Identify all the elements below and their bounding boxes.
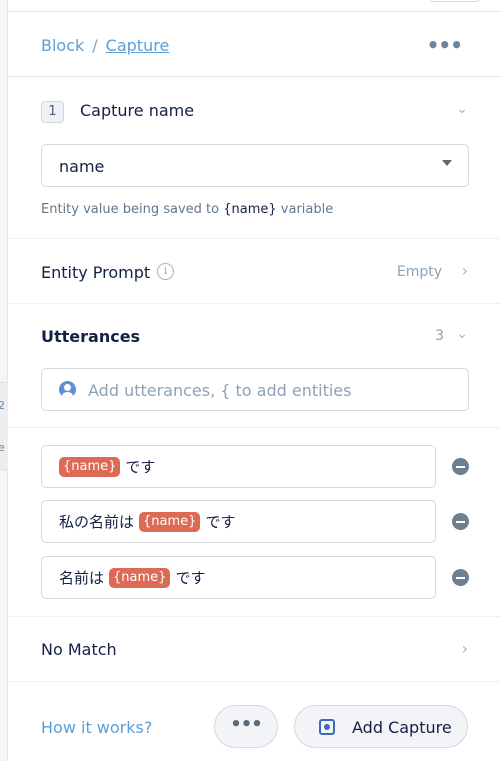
left-tab-text-2: e <box>0 441 5 454</box>
chevron-right-icon: › <box>461 261 468 280</box>
utterance-item[interactable]: 私の名前は {name} です <box>41 500 436 543</box>
breadcrumb-capture-link[interactable]: Capture <box>106 36 170 55</box>
add-capture-label: Add Capture <box>352 718 452 737</box>
utterances-section: Utterances 3 ⌄ Add utterances, { to add … <box>8 304 500 428</box>
left-canvas-block[interactable]: 2 e <box>0 382 8 470</box>
helper-variable: {name} <box>223 202 277 217</box>
utterance-text: です <box>125 458 156 476</box>
remove-utterance-icon[interactable] <box>452 458 469 475</box>
panel-header: Block / Capture ••• <box>8 13 500 77</box>
capture-name-select[interactable]: name <box>41 144 469 187</box>
capture-icon <box>319 719 335 735</box>
entity-prompt-value: Empty <box>396 264 442 280</box>
utterance-list: {name} です 私の名前は {name} です 名前は {name} です <box>8 428 500 617</box>
chevron-down-icon[interactable]: ⌄ <box>456 326 468 342</box>
utterance-text: 名前は <box>59 569 105 587</box>
user-icon <box>59 381 76 398</box>
utterances-count: 3 <box>435 328 444 344</box>
entity-prompt-row[interactable]: Entity Prompt i Empty › <box>8 239 500 304</box>
left-canvas-strip <box>0 0 8 761</box>
left-tab-text-1: 2 <box>0 399 5 412</box>
step-badge: 1 <box>41 101 64 123</box>
breadcrumb-block-link[interactable]: Block <box>41 36 84 55</box>
capture-name-title: Capture name <box>80 101 195 120</box>
capture-name-section: 1 Capture name ⌄ name Entity value being… <box>8 77 500 239</box>
more-options-icon[interactable]: ••• <box>427 35 463 55</box>
capture-helper-text: Entity value being saved to {name} varia… <box>41 202 334 217</box>
top-bar <box>8 0 500 12</box>
entity-prompt-label: Entity Prompt <box>41 263 151 282</box>
utterance-item[interactable]: {name} です <box>41 445 436 488</box>
add-utterance-input[interactable]: Add utterances, { to add entities <box>41 368 469 411</box>
utterance-text: です <box>175 569 206 587</box>
capture-editor-panel: Block / Capture ••• 1 Capture name ⌄ nam… <box>8 13 500 761</box>
caret-down-icon <box>442 160 452 166</box>
entity-tag[interactable]: {name} <box>109 567 171 588</box>
capture-name-value: name <box>59 157 105 176</box>
breadcrumb: Block / Capture <box>41 36 169 55</box>
breadcrumb-separator: / <box>92 36 98 55</box>
top-handle[interactable] <box>430 0 480 2</box>
more-actions-button[interactable]: ••• <box>214 705 278 748</box>
utterance-item[interactable]: 名前は {name} です <box>41 556 436 599</box>
remove-utterance-icon[interactable] <box>452 513 469 530</box>
utterances-title: Utterances <box>41 327 141 346</box>
add-utterance-placeholder: Add utterances, { to add entities <box>88 381 352 400</box>
no-match-row[interactable]: No Match › <box>8 617 500 682</box>
add-capture-button[interactable]: Add Capture <box>294 705 468 748</box>
utterance-text: です <box>205 513 236 531</box>
panel-footer: How it works? ••• Add Capture <box>8 682 500 761</box>
entity-tag[interactable]: {name} <box>59 456 121 477</box>
chevron-down-icon[interactable]: ⌄ <box>456 101 468 117</box>
no-match-label: No Match <box>41 640 117 659</box>
remove-utterance-icon[interactable] <box>452 569 469 586</box>
how-it-works-link[interactable]: How it works? <box>41 718 152 737</box>
chevron-right-icon: › <box>461 639 468 658</box>
entity-tag[interactable]: {name} <box>139 511 201 532</box>
info-icon[interactable]: i <box>157 263 174 280</box>
utterance-text: 私の名前は <box>59 513 135 531</box>
